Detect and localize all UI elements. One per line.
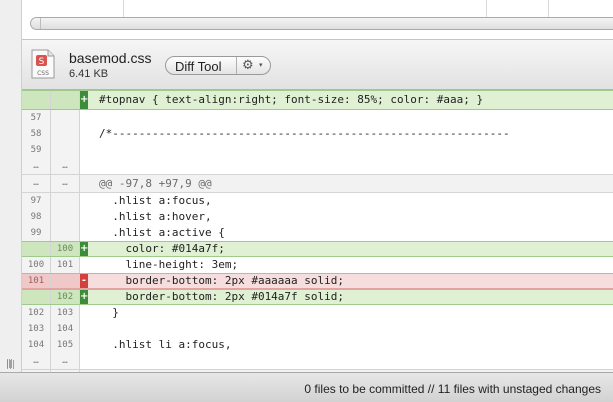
old-line-number (22, 289, 51, 305)
new-line-number: … (51, 353, 80, 369)
new-line-number (51, 193, 80, 209)
old-line-number: 103 (22, 321, 51, 337)
plus-icon: + (80, 241, 88, 257)
old-line-number: 98 (22, 209, 51, 225)
old-line-number: 101 (22, 273, 51, 289)
row-border (22, 369, 613, 370)
context-line-row[interactable]: …… (22, 353, 613, 369)
column-divider (486, 0, 487, 18)
css-file-icon: S CSS (31, 49, 55, 79)
old-line-number (22, 241, 51, 257)
file-size: 6.41 KB (69, 68, 109, 80)
diff-tool-button[interactable]: Diff Tool ⚙ ▾ (165, 56, 271, 75)
new-line-number (51, 225, 80, 241)
column-divider (123, 0, 124, 18)
new-line-number: 101 (51, 257, 80, 273)
old-line-number: 102 (22, 305, 51, 321)
added-line-row[interactable]: 100 + color: #014a7f; (22, 241, 613, 257)
removed-line-row[interactable]: 101 - border-bottom: 2px #aaaaaa solid; (22, 273, 613, 289)
chevron-down-icon[interactable]: ▾ (259, 61, 263, 69)
code-line: #topnav { text-align:right; font-size: 8… (99, 93, 484, 106)
file-name: basemod.css (69, 50, 152, 66)
diff-tool-label: Diff Tool (175, 59, 222, 74)
left-splitter[interactable]: ||| (0, 0, 22, 402)
old-line-number: 104 (22, 337, 51, 353)
old-line-number: … (22, 174, 51, 193)
new-line-number: 100 (51, 241, 80, 257)
new-line-number: 104 (51, 321, 80, 337)
context-line-row[interactable]: …… (22, 158, 613, 174)
context-line-row[interactable]: 97 .hlist a:focus, (22, 193, 613, 209)
top-panel (0, 0, 613, 40)
new-line-number (51, 209, 80, 225)
hunk-header-row[interactable]: …… @@ -97,8 +97,9 @@ (22, 174, 613, 193)
context-line-row[interactable]: 102 103 } (22, 305, 613, 321)
css-icon-glyph: S (39, 57, 45, 67)
new-line-number (51, 126, 80, 142)
row-border (22, 289, 613, 290)
old-line-number: 100 (22, 257, 51, 273)
new-line-number (51, 273, 80, 289)
code-line: .hlist a:focus, (99, 194, 212, 207)
context-line-row[interactable]: 103 104 (22, 321, 613, 337)
plus-icon: + (80, 289, 88, 305)
old-line-number: 59 (22, 142, 51, 158)
context-line-row[interactable]: 99 .hlist a:active { (22, 225, 613, 241)
context-line-row[interactable]: 58 /*------------------------------------… (22, 126, 613, 142)
code-line: .hlist li a:focus, (99, 338, 232, 351)
context-line-row[interactable]: 104 105 .hlist li a:focus, (22, 337, 613, 353)
old-line-number (22, 90, 51, 110)
row-border (22, 241, 613, 242)
button-divider (236, 57, 237, 74)
code-line: .hlist a:hover, (99, 210, 212, 223)
context-line-row[interactable]: 100 101 line-height: 3em; (22, 257, 613, 273)
old-line-number: … (22, 353, 51, 369)
row-border (22, 174, 613, 175)
splitter-grip-icon[interactable]: ||| (6, 360, 15, 370)
old-line-number: 58 (22, 126, 51, 142)
old-line-number: 97 (22, 193, 51, 209)
hunk-header-text: @@ -97,8 +97,9 @@ (99, 177, 212, 190)
code-line: /*--------------------------------------… (99, 127, 510, 140)
context-line-row[interactable]: 98 .hlist a:hover, (22, 209, 613, 225)
row-border (22, 273, 613, 274)
context-line-row[interactable]: 59 (22, 142, 613, 158)
file-header: S CSS basemod.css 6.41 KB Diff Tool ⚙ ▾ (22, 40, 613, 90)
new-line-number (51, 90, 80, 110)
horizontal-scrollbar[interactable] (30, 17, 613, 30)
status-bar: ||| 0 files to be committed // 11 files … (0, 360, 613, 402)
new-line-number: 102 (51, 289, 80, 305)
row-border (22, 90, 613, 91)
old-line-number: 57 (22, 110, 51, 126)
code-line: border-bottom: 2px #aaaaaa solid; (99, 274, 345, 287)
old-line-number: … (22, 158, 51, 174)
new-line-number: 105 (51, 337, 80, 353)
minus-icon: - (80, 273, 88, 289)
code-line: } (99, 306, 119, 319)
old-line-number: 99 (22, 225, 51, 241)
new-line-number: … (51, 174, 80, 193)
new-line-number (51, 142, 80, 158)
code-line: border-bottom: 2px #014a7f solid; (99, 290, 345, 303)
status-text: 0 files to be committed // 11 files with… (304, 382, 601, 396)
gear-icon[interactable]: ⚙ (242, 58, 254, 73)
added-line-row[interactable]: + #topnav { text-align:right; font-size: … (22, 90, 613, 110)
plus-icon: + (80, 90, 88, 110)
diff-view[interactable]: + #topnav { text-align:right; font-size: … (22, 90, 613, 372)
code-line: color: #014a7f; (99, 242, 225, 255)
new-line-number: … (51, 158, 80, 174)
added-line-row[interactable]: 102 + border-bottom: 2px #014a7f solid; (22, 289, 613, 305)
new-line-number (51, 110, 80, 126)
scroll-left-cap[interactable] (31, 18, 41, 29)
css-icon-label: CSS (37, 70, 49, 77)
code-line: .hlist a:active { (99, 226, 225, 239)
column-divider (548, 0, 549, 18)
new-line-number: 103 (51, 305, 80, 321)
code-line: line-height: 3em; (99, 258, 239, 271)
context-line-row[interactable]: 57 (22, 110, 613, 126)
